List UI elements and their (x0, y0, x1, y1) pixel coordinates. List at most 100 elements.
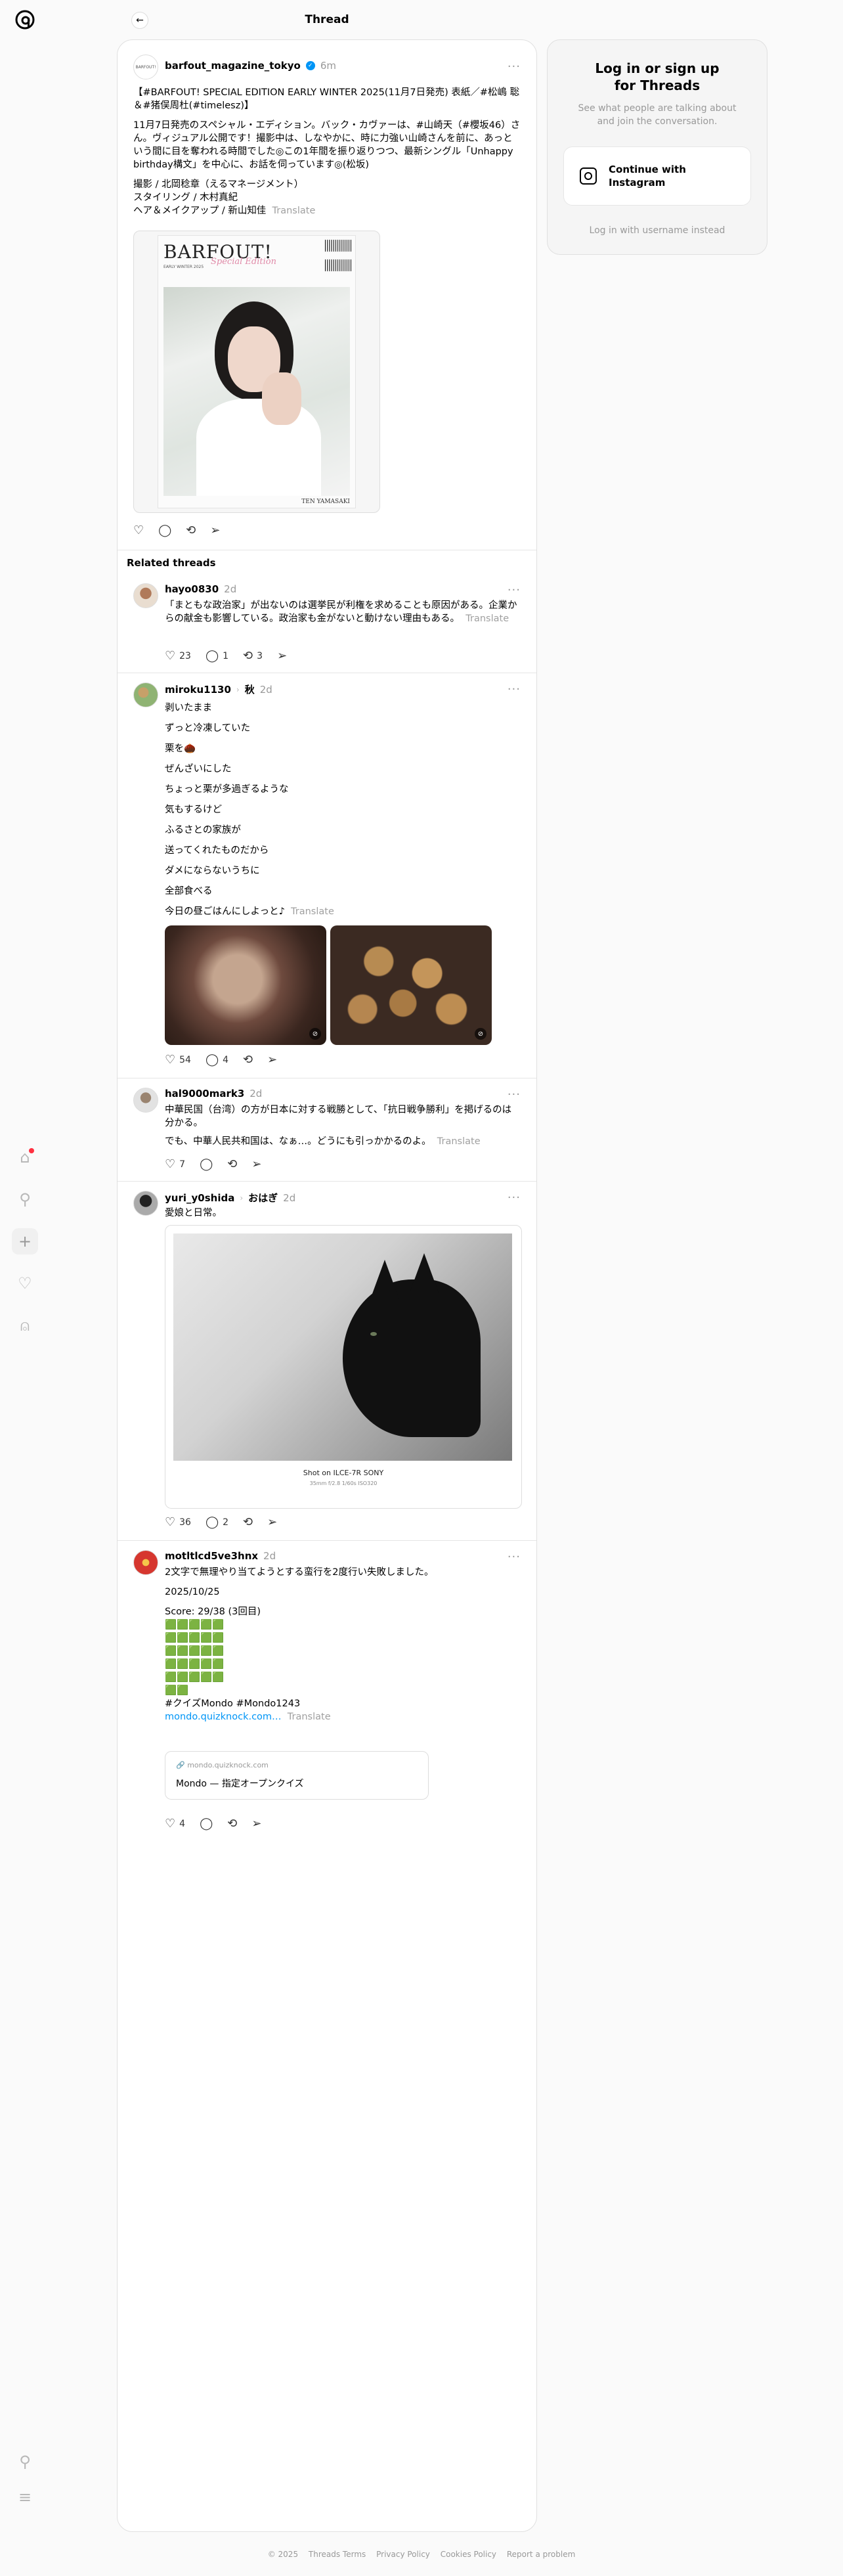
related-thread-post[interactable]: Related threads hayo0830 2d ··· 「まともな政治家… (118, 550, 536, 673)
like-button[interactable]: ♡ 54 (165, 1053, 191, 1067)
mute-icon[interactable]: ⊘ (475, 1028, 486, 1040)
post-link[interactable]: mondo.quizknock.com… (165, 1712, 282, 1722)
footer-report-link[interactable]: Report a problem (507, 2550, 575, 2559)
reply-button[interactable]: ◯ 2 (205, 1515, 228, 1529)
post-time[interactable]: 2d (260, 684, 272, 696)
post-time[interactable]: 2d (224, 583, 236, 595)
repost-button[interactable]: ⟲ (243, 1515, 253, 1529)
more-icon[interactable]: ··· (508, 1550, 521, 1564)
username[interactable]: yuri_y0shida (165, 1192, 234, 1204)
post-time[interactable]: 2d (283, 1192, 295, 1204)
search-icon[interactable]: ⚲ (12, 1186, 38, 1212)
more-icon[interactable]: ··· (508, 60, 521, 74)
username[interactable]: hal9000mark3 (165, 1088, 244, 1099)
username[interactable]: barfout_magazine_tokyo (165, 60, 301, 72)
more-icon[interactable]: ··· (508, 583, 521, 597)
cat-photo[interactable]: Shot on ILCE-7R SONY 35mm f/2.8 1/60s IS… (165, 1225, 522, 1509)
like-button[interactable]: ♡ 23 (165, 649, 191, 663)
repost-button[interactable]: ⟲ (227, 1157, 237, 1171)
reply-button[interactable]: ◯ (200, 1157, 213, 1171)
mute-icon[interactable]: ⊘ (309, 1028, 321, 1040)
like-button[interactable]: ♡ (133, 523, 144, 537)
avatar[interactable] (133, 1191, 158, 1216)
topic-tag[interactable]: おはぎ (248, 1191, 278, 1205)
related-thread-post[interactable]: yuri_y0shida › おはぎ 2d ··· 愛娘と日常。 Shot on… (118, 1182, 536, 1541)
chestnut-image[interactable]: ⊘ (330, 925, 492, 1045)
magazine-cover-image[interactable]: BARFOUT! Special Edition EARLY WINTER 20… (133, 231, 380, 513)
repost-icon: ⟲ (227, 1157, 238, 1171)
username[interactable]: motltlcd5ve3hnx (165, 1550, 258, 1562)
username[interactable]: miroku1130 (165, 684, 231, 696)
more-icon[interactable]: ··· (508, 1088, 521, 1101)
reply-button[interactable]: ◯ 4 (205, 1053, 228, 1067)
threads-logo-icon[interactable] (12, 7, 38, 33)
avatar[interactable] (133, 1550, 158, 1575)
pin-icon[interactable]: ⚲ (12, 2449, 38, 2475)
repost-button[interactable]: ⟲ (186, 523, 196, 537)
cat-photo-frame (173, 1233, 512, 1461)
translate-link[interactable]: Translate (291, 906, 334, 917)
repost-icon: ⟲ (227, 1817, 238, 1831)
post-line: ダメにならないうちに (165, 866, 260, 876)
footer-cookies-link[interactable]: Cookies Policy (441, 2550, 496, 2559)
like-button[interactable]: ♡ 4 (165, 1817, 185, 1831)
footer-terms-link[interactable]: Threads Terms (309, 2550, 366, 2559)
repost-button[interactable]: ⟲ 3 (243, 649, 263, 663)
avatar[interactable]: BARFOUT! (133, 55, 158, 79)
share-button[interactable]: ➢ (210, 523, 220, 537)
continue-with-instagram-button[interactable]: Continue with Instagram (563, 146, 751, 206)
avatar[interactable] (133, 682, 158, 707)
link-icon: 🔗 (176, 1761, 185, 1769)
username[interactable]: hayo0830 (165, 583, 219, 595)
post-time[interactable]: 6m (320, 60, 336, 72)
related-thread-post[interactable]: hal9000mark3 2d ··· 中華民国（台湾）の方が日本に対する戦勝と… (118, 1078, 536, 1182)
reply-button[interactable]: ◯ (158, 523, 171, 537)
emoji-grid-row: 🟩🟩 (165, 1685, 189, 1696)
barcode (325, 259, 351, 271)
related-thread-post[interactable]: miroku1130 › 秋 2d ··· 剥いたまま ずっと冷凍していた 栗を… (118, 673, 536, 1078)
home-icon[interactable]: ⌂ (12, 1144, 38, 1170)
share-button[interactable]: ➢ (251, 1817, 261, 1831)
heart-icon[interactable]: ♡ (12, 1270, 38, 1297)
zenzai-image[interactable]: ⊘ (165, 925, 326, 1045)
more-icon[interactable]: ··· (508, 682, 521, 696)
credit-line: ヘア＆メイクアップ / 新山知佳 Translate (133, 206, 316, 216)
link-preview-card[interactable]: 🔗 mondo.quizknock.com Mondo — 指定オープンクイズ (165, 1751, 429, 1800)
exif-detail: 35mm f/2.8 1/60s ISO320 (309, 1480, 378, 1486)
menu-icon[interactable]: ≡ (12, 2484, 38, 2510)
reply-button[interactable]: ◯ (200, 1817, 213, 1831)
share-button[interactable]: ➢ (251, 1157, 261, 1171)
topic-tag[interactable]: 秋 (245, 682, 255, 696)
translate-link[interactable]: Translate (437, 1136, 481, 1147)
translate-link[interactable]: Translate (465, 613, 509, 624)
card-title: Mondo — 指定オープンクイズ (176, 1779, 304, 1789)
avatar[interactable] (133, 583, 158, 608)
related-thread-post[interactable]: motltlcd5ve3hnx 2d ··· 2文字で無理やり当てようとする蛮行… (118, 1541, 536, 1843)
post-text: 中華民国（台湾）の方が日本に対する戦勝として、「抗日戦争勝利」を掲げるのは分かる… (165, 1103, 521, 1148)
hashtags[interactable]: #クイズMondo #Mondo1243 (165, 1697, 521, 1710)
footer-privacy-link[interactable]: Privacy Policy (376, 2550, 430, 2559)
repost-button[interactable]: ⟲ (243, 1053, 253, 1067)
like-button[interactable]: ♡ 36 (165, 1515, 191, 1529)
share-button[interactable]: ➢ (267, 1515, 277, 1529)
post-time[interactable]: 2d (249, 1088, 262, 1099)
translate-link[interactable]: Translate (272, 206, 316, 216)
translate-link[interactable]: Translate (288, 1712, 331, 1722)
left-rail: ⌂ ⚲ + ♡ ⍝ ⚲ ≡ (0, 0, 50, 2576)
footer-copyright: © 2025 (267, 2550, 299, 2559)
repost-button[interactable]: ⟲ (227, 1817, 237, 1831)
footer: © 2025 Threads Terms Privacy Policy Cook… (0, 2550, 843, 2559)
post-time[interactable]: 2d (263, 1550, 276, 1562)
profile-icon[interactable]: ⍝ (12, 1312, 38, 1339)
share-button[interactable]: ➢ (267, 1053, 277, 1067)
username-login-link[interactable]: Log in with username instead (548, 225, 767, 236)
avatar[interactable] (133, 1088, 158, 1113)
back-arrow-icon[interactable]: ← (131, 12, 148, 29)
plus-icon[interactable]: + (12, 1228, 38, 1255)
like-button[interactable]: ♡ 7 (165, 1157, 185, 1171)
more-icon[interactable]: ··· (508, 1191, 521, 1205)
share-icon: ➢ (267, 1053, 278, 1067)
like-icon: ♡ (165, 649, 176, 663)
share-button[interactable]: ➢ (277, 649, 287, 663)
reply-button[interactable]: ◯ 1 (205, 649, 228, 663)
